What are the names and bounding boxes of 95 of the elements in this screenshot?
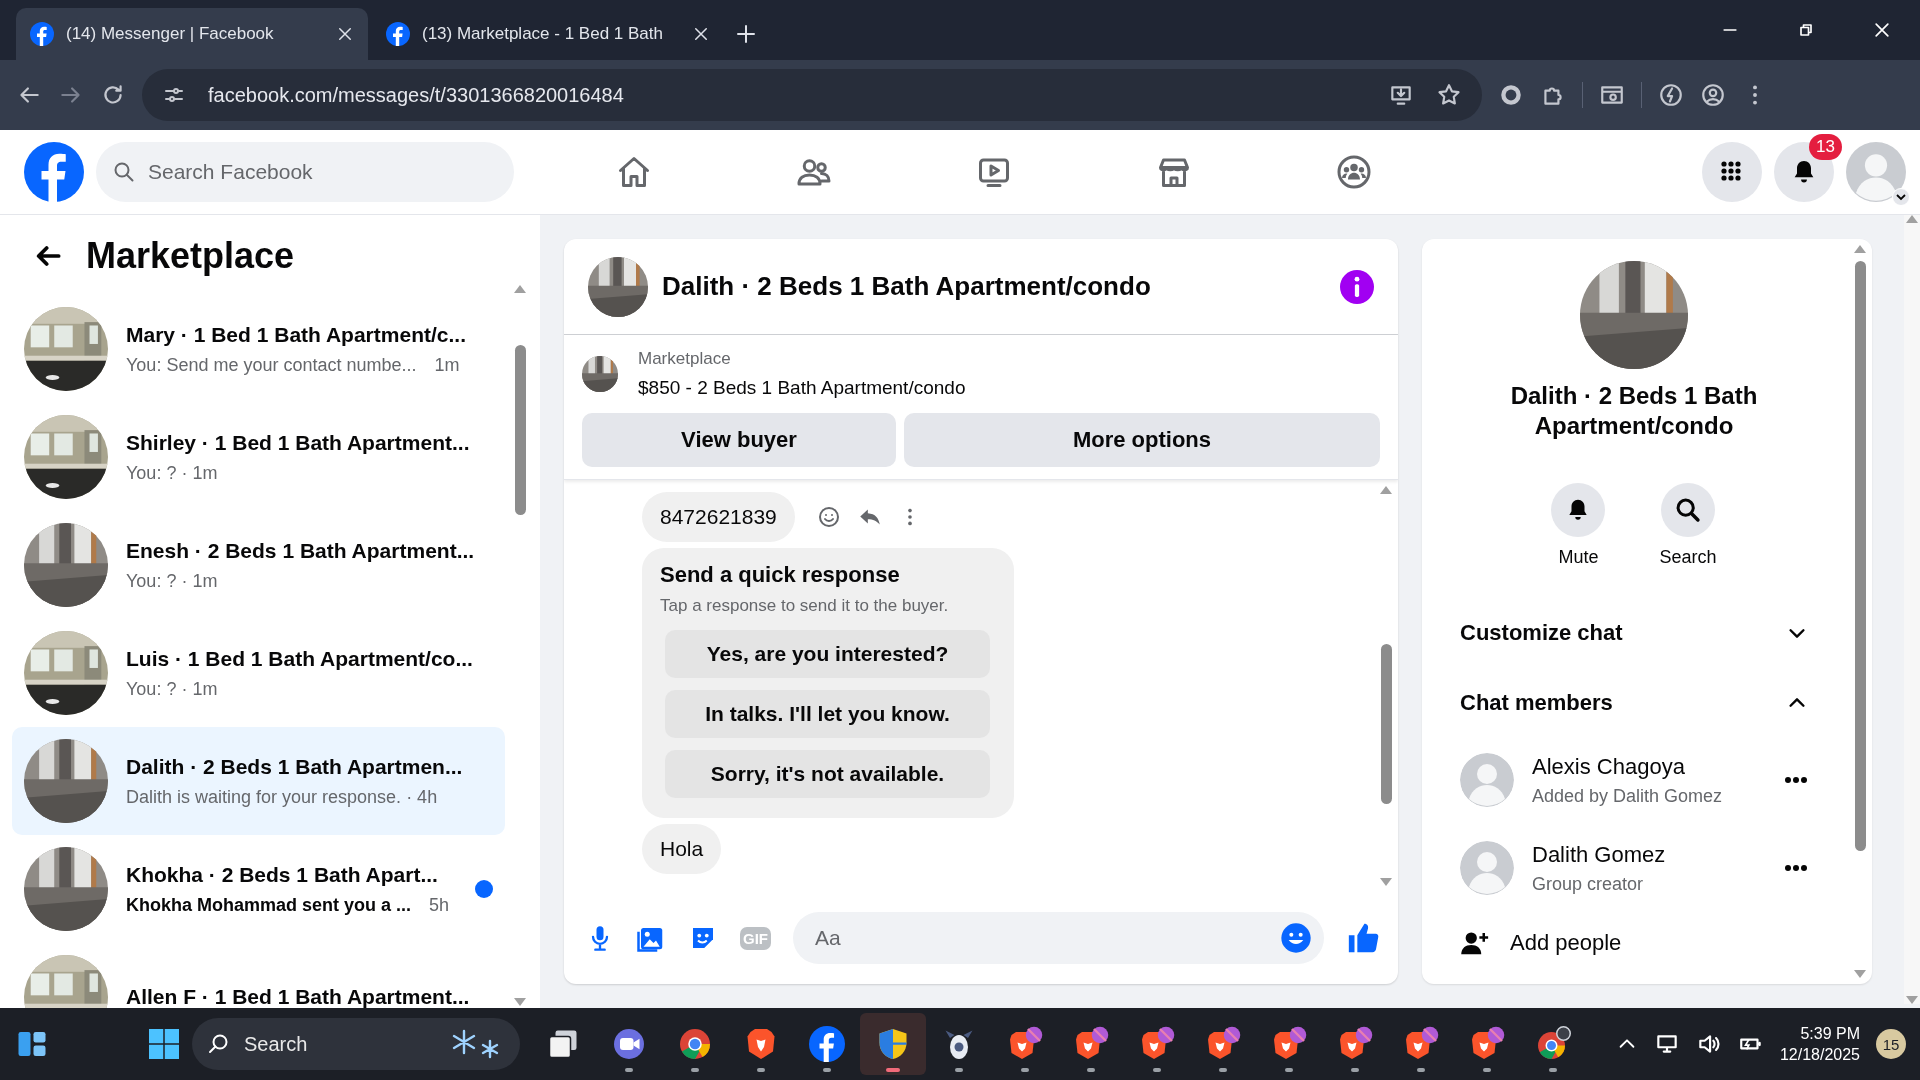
clock[interactable]: 5:39 PM 12/18/2025 [1779,1024,1860,1064]
close-icon[interactable] [336,25,354,43]
scroll-up-arrow-icon [514,285,526,293]
notification-badge: 13 [1809,134,1842,160]
more-icon[interactable] [1784,776,1808,784]
conversation-title: Dalith · 2 Beds 1 Bath Apartmen... [126,754,464,779]
scrollbar-thumb[interactable] [1380,644,1392,804]
member-avatar [1460,841,1514,895]
facebook-logo-icon[interactable] [24,142,84,202]
close-icon[interactable] [692,25,710,43]
browser-tab[interactable]: (13) Marketplace - 1 Bed 1 Bath [372,8,724,60]
conversation-item[interactable]: Dalith · 2 Beds 1 Bath Apartmen... Dalith is waiting for your response. · 4h [12,727,505,835]
message-preview: You: Send me your contact numbe... [126,354,417,376]
scroll-down-arrow-icon [1380,878,1392,886]
conversation-item[interactable]: Mary · 1 Bed 1 Bath Apartment/c... You: Send me your contact numbe... 1m [12,295,505,403]
view-buyer-button[interactable]: View buyer [582,413,896,467]
listing-label: Marketplace [638,349,732,369]
message-preview: You: ? · 1m [126,570,218,592]
facebook-logo-icon [30,22,54,46]
quick-reply-button[interactable]: In talks. I'll let you know. [665,690,990,738]
conversation-title: Enesh · 2 Beds 1 Bath Apartment... [126,538,476,563]
record-icon[interactable] [1498,82,1524,108]
member-avatar [1460,753,1514,807]
conversation-title: Shirley · 1 Bed 1 Bath Apartment... [126,430,471,455]
more-icon[interactable] [1784,864,1808,872]
caret-icon [1892,188,1910,206]
card-subtitle: Tap a response to send it to the buyer. [660,596,950,616]
scrollbar-thumb[interactable] [514,345,526,515]
member-role: Group creator [1532,873,1645,895]
member-name: Alexis Chagoya [1532,753,1686,780]
message-bubble: Hola [642,824,722,874]
message-time: 1m [434,354,460,376]
browser-icon [1535,1026,1571,1062]
message-time: 5h [429,894,450,916]
close-icon[interactable] [1872,20,1892,40]
url-text: facebook.com/messages/t/3301366820016484 [208,83,624,107]
add-people-button[interactable]: Add people [1446,912,1822,974]
card-title: Send a quick response [660,562,901,588]
quick-reply-button[interactable]: Sorry, it's not available. [665,750,990,798]
account-icon[interactable] [1700,82,1726,108]
address-bar[interactable]: facebook.com/messages/t/3301366820016484 [142,69,1482,121]
chat-title: Dalith · 2 Beds 1 Bath Apartment/condo [662,271,1152,302]
notification-badge[interactable]: 15 [1876,1029,1906,1059]
message-preview: Khokha Mohammad sent you a ... [126,894,412,916]
browser-tab[interactable]: (14) Messenger | Facebook [16,8,368,60]
more-options-button[interactable]: More options [904,413,1380,467]
thumbs-up-icon[interactable] [1346,921,1380,955]
message-field[interactable]: Aa [793,912,1324,964]
facebook-logo-icon [386,22,410,46]
start-icon[interactable] [146,1026,182,1062]
conversation-item[interactable]: Luis · 1 Bed 1 Bath Apartment/co... You: ? · 1m [12,619,505,727]
conversation-title: Luis · 1 Bed 1 Bath Apartment/co... [126,646,474,671]
conversation-title: Allen F · 1 Bed 1 Bath Apartment... [126,985,471,1008]
scroll-down-arrow-icon [1906,996,1918,1004]
chat-name: Dalith · 2 Beds 1 Bath Apartment/condo [1509,381,1759,441]
search-icon [206,1032,230,1056]
scroll-up-arrow-icon [1854,245,1866,253]
listing-title: $850 - 2 Beds 1 Bath Apartment/condo [638,377,966,399]
scroll-down-arrow-icon [1854,970,1866,978]
section-header[interactable]: Chat members [1446,670,1822,736]
quick-reply-button[interactable]: Yes, are you interested? [665,630,990,678]
search-icon [112,160,136,184]
conversation-item[interactable]: Shirley · 1 Bed 1 Bath Apartment... You: ? · 1m [12,403,505,511]
groups-icon [1336,154,1372,190]
scroll-down-arrow-icon [514,998,526,1006]
smiley-icon[interactable] [816,505,841,529]
new-tab-icon[interactable] [734,22,758,46]
conversation-title: Khokha · 2 Beds 1 Bath Apart... [126,862,439,887]
taskbar-search-field[interactable]: Search [192,1018,520,1070]
message-preview: You: ? · 1m [126,462,218,484]
message-bubble: 8472621839 [642,492,795,542]
message-preview: You: ? · 1m [126,678,218,700]
member-name: Dalith Gomez [1532,841,1667,868]
info-icon[interactable] [1340,269,1374,304]
facebook-logo-icon [809,1026,845,1062]
section-header[interactable]: Customize chat [1446,600,1822,666]
scrollbar-thumb[interactable] [1854,261,1866,851]
scroll-up-arrow-icon [1906,215,1918,223]
panel-title: Marketplace [86,235,295,277]
scroll-up-arrow-icon [1380,486,1392,494]
search-icon [1674,496,1702,524]
search-field[interactable]: Search Facebook [96,142,514,202]
conversation-title: Mary · 1 Bed 1 Bath Apartment/c... [126,322,467,347]
emoji-icon[interactable] [1280,922,1312,954]
menu-button[interactable] [1702,142,1762,202]
conversation-item[interactable]: Khokha · 2 Beds 1 Bath Apart... Khokha Mohammad sent you a ... 5h [12,835,505,943]
member-role: Added by Dalith Gomez [1532,785,1724,807]
video-chat-icon [611,1026,647,1062]
taskbar-app[interactable] [860,1013,926,1075]
conversation-item[interactable]: Enesh · 2 Beds 1 Bath Apartment... You: ? · 1m [12,511,505,619]
notifications-button[interactable] [1774,142,1834,202]
lightning-icon[interactable] [1658,82,1684,108]
message-preview: Dalith is waiting for your response. · 4h [126,786,438,808]
home-icon [616,154,652,190]
browser-icon [677,1026,713,1062]
